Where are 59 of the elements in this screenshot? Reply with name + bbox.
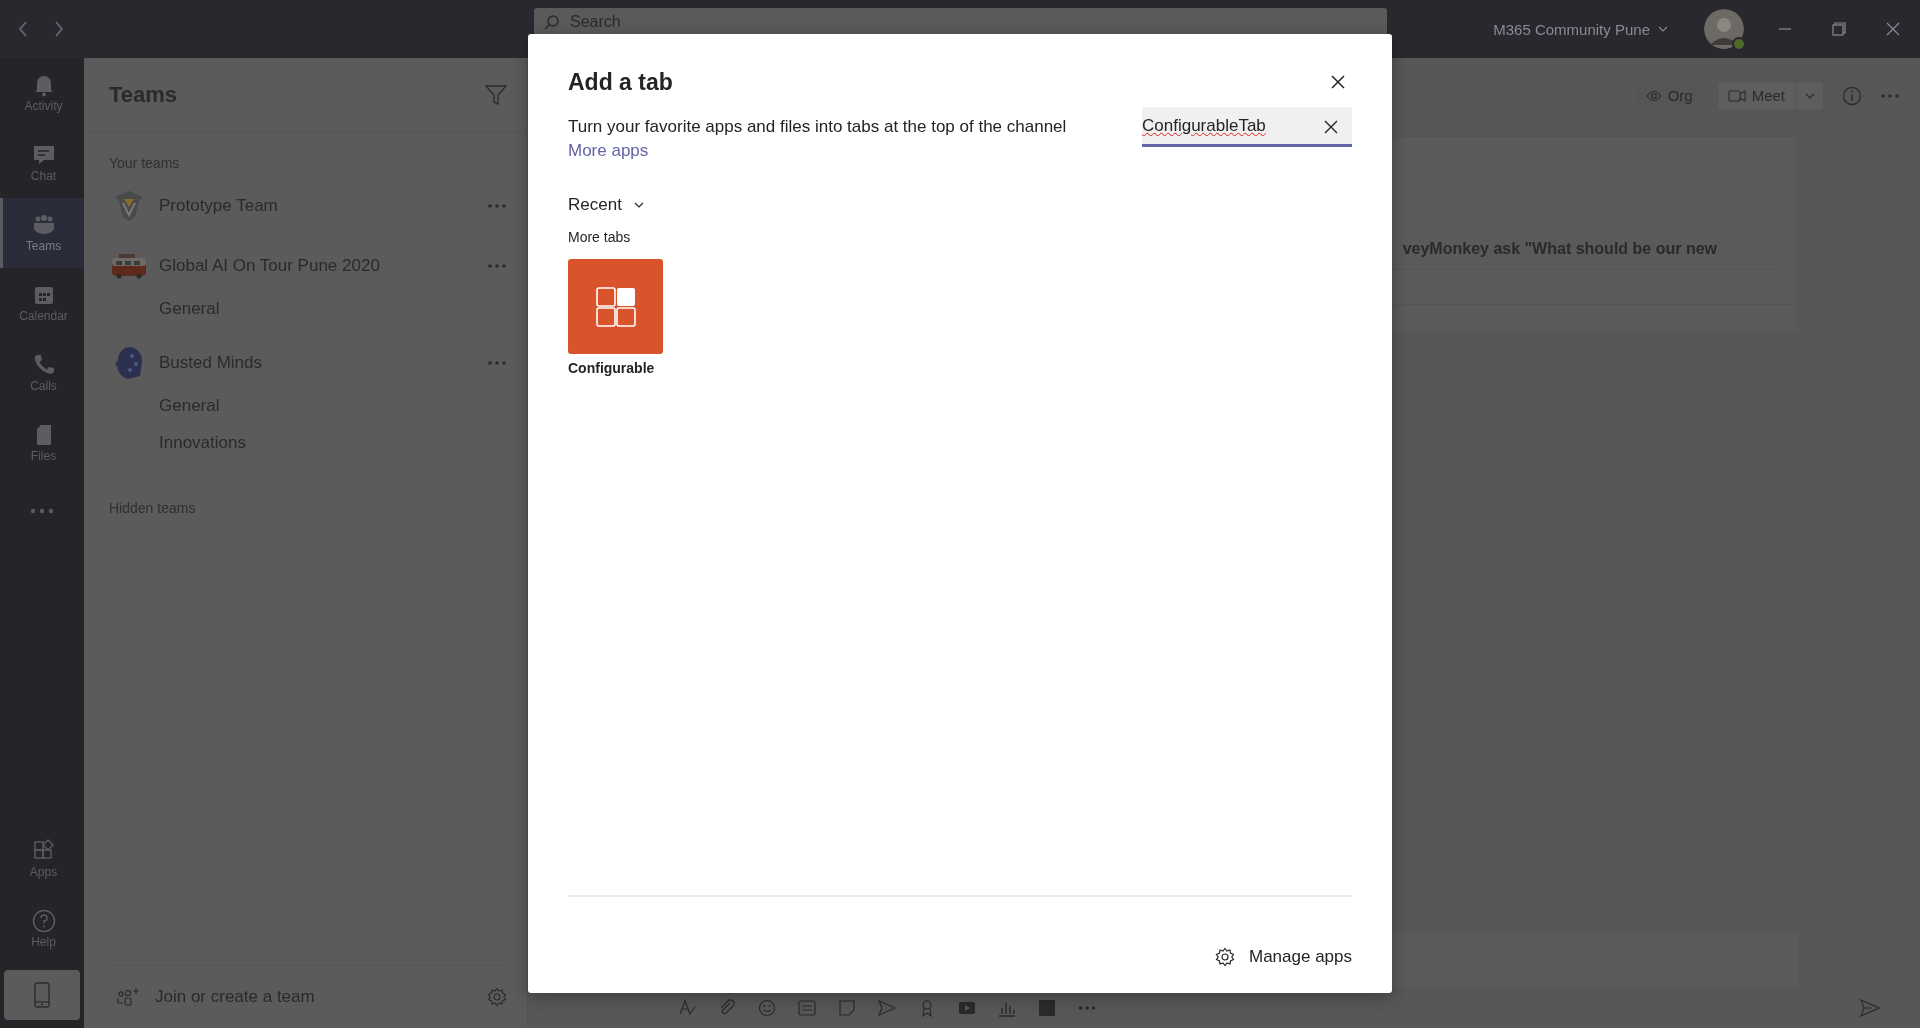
app-tile[interactable] [568,259,663,354]
recent-dropdown[interactable]: Recent [568,195,644,215]
more-options-icon[interactable] [487,203,507,209]
emoji-icon[interactable] [758,999,776,1017]
video-camera-icon [1727,88,1746,103]
clear-icon[interactable] [1324,120,1338,134]
more-apps-link[interactable]: More apps [568,141,649,161]
app-search-field[interactable]: ConfigurableTab [1142,107,1352,147]
manage-apps-button[interactable]: Manage apps [1214,947,1352,967]
user-avatar[interactable] [1704,9,1744,49]
restore-icon[interactable] [1832,22,1846,36]
help-icon [31,909,56,933]
rail-item[interactable]: Activity [0,58,84,128]
account-name[interactable]: M365 Community Pune [1493,20,1650,38]
search-icon [544,14,560,30]
send-icon[interactable] [1860,999,1880,1017]
video-icon[interactable] [958,999,976,1017]
team-logo-icon [113,189,145,223]
phone-icon [34,982,50,1008]
grid-icon [595,286,636,327]
dialog-description: Turn your favorite apps and files into tabs at the top of the channel [568,117,1067,137]
settings-icon[interactable] [487,987,507,1007]
rail-item[interactable]: Apps [0,824,84,894]
add-people-icon[interactable] [117,987,141,1007]
bus-icon [111,252,147,280]
chevron-down-icon [633,202,644,208]
sticker-icon[interactable] [838,999,856,1017]
people-icon [31,213,56,237]
more-options-icon[interactable] [487,360,507,366]
rail-item[interactable]: Help [0,894,84,964]
rail-item[interactable]: Teams [0,198,84,268]
forward-icon[interactable] [54,21,64,37]
chat-icon [31,143,56,167]
rail-item[interactable]: Files [0,408,84,478]
gif-icon[interactable] [798,999,816,1017]
more-icon[interactable] [1078,1005,1096,1011]
dialog-title: Add a tab [568,68,673,96]
rail-item[interactable]: Calendar [0,268,84,338]
app-icon[interactable] [1038,999,1056,1017]
back-icon[interactable] [18,21,28,37]
eye-icon [1645,89,1662,102]
mobile-app-button[interactable] [4,970,80,1020]
rail-item[interactable]: Chat [0,128,84,198]
more-icon[interactable] [30,508,54,514]
close-icon[interactable] [1330,74,1346,90]
attach-icon[interactable] [718,999,736,1017]
rail-item[interactable]: Calls [0,338,84,408]
settings-icon [1214,947,1235,967]
format-icon[interactable] [678,999,696,1017]
chevron-down-icon[interactable] [1658,26,1668,32]
section-label: More tabs [568,229,632,245]
more-options-icon[interactable] [487,263,507,269]
info-icon[interactable] [1842,85,1862,106]
app-name: Configurable [568,360,656,376]
send-later-icon[interactable] [878,999,896,1017]
filter-icon[interactable] [485,85,507,105]
more-options-icon[interactable] [1880,92,1900,99]
chevron-down-icon [1804,92,1815,99]
team-logo-icon [114,346,144,380]
